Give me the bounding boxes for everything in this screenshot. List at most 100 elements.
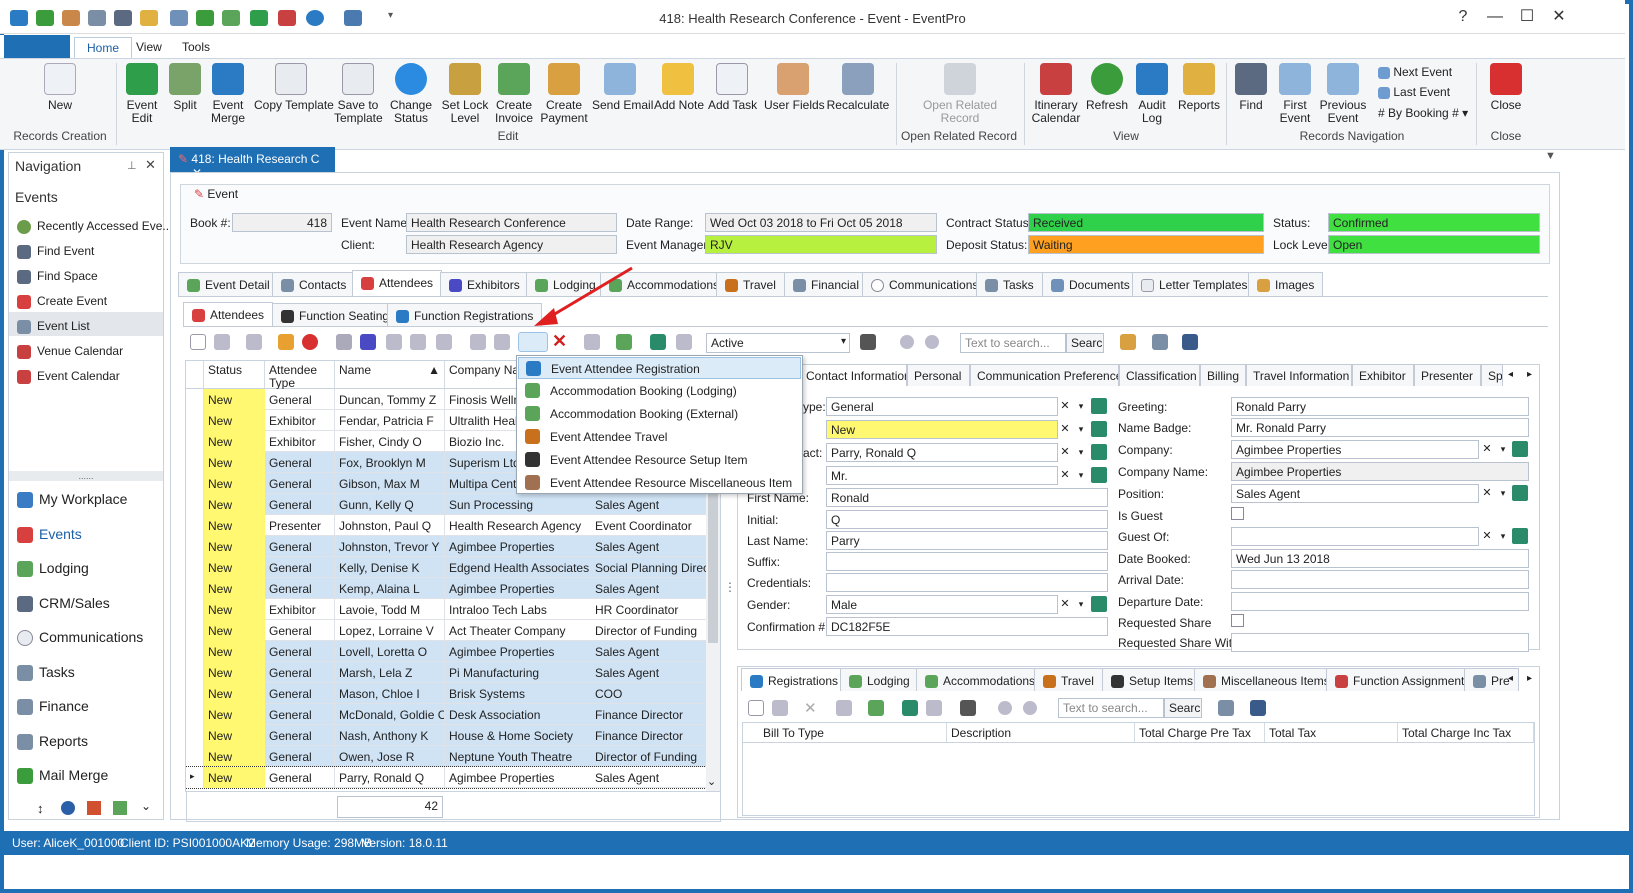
column-header[interactable]: Bill To Type <box>743 723 947 743</box>
column-header[interactable]: Description <box>947 723 1135 743</box>
add-icon[interactable] <box>1091 467 1107 483</box>
by-booking-button[interactable]: # By Booking # ▾ <box>1378 106 1468 120</box>
table-row[interactable]: New General Kelly, Denise K Edgend Health A… <box>186 557 706 578</box>
bottom-tab-3[interactable]: Travel <box>1034 668 1103 691</box>
menu-item-0[interactable]: Event Attendee Registration <box>518 357 801 379</box>
filter-icon[interactable] <box>860 334 876 350</box>
email-icon[interactable] <box>436 334 452 350</box>
next-icon[interactable] <box>925 335 939 349</box>
row-indicator[interactable] <box>186 494 204 515</box>
table-row[interactable]: New General Kemp, Alaina L Agimbee Properti… <box>186 578 706 599</box>
bottom-tab-1[interactable]: Lodging <box>840 668 919 691</box>
position-field[interactable]: Sales Agent <box>1231 484 1479 503</box>
chevron-down-icon[interactable]: ▾ <box>1496 440 1510 459</box>
bottom-tab-4[interactable]: Setup Items <box>1102 668 1203 691</box>
row-indicator[interactable] <box>186 410 204 431</box>
status-field[interactable]: Confirmed <box>1328 213 1540 232</box>
module-reports[interactable]: Reports <box>17 733 88 751</box>
table-row[interactable]: New General Mason, Chloe I Brisk Systems COO <box>186 683 706 704</box>
row-indicator[interactable] <box>186 683 204 704</box>
detail-tab-3[interactable]: Classification <box>1119 364 1200 386</box>
menu-item-2[interactable]: Accommodation Booking (External) <box>518 403 801 425</box>
export-icon[interactable] <box>650 334 666 350</box>
find-icon[interactable] <box>1218 700 1234 716</box>
status-filter-select[interactable]: Active ▾ <box>706 333 850 353</box>
tab-contacts[interactable]: Contacts <box>272 272 356 296</box>
refresh-button[interactable]: Refresh <box>1086 63 1128 112</box>
search-button[interactable]: Search <box>1066 333 1104 353</box>
table-row[interactable]: ▸ New General Parry, Ronald Q Agimbee Proper… <box>186 766 707 789</box>
name-badge-field[interactable]: Mr. Ronald Parry <box>1231 418 1529 437</box>
event-merge-button[interactable]: Event Merge <box>208 63 248 125</box>
clear-icon[interactable]: ✕ <box>1058 397 1072 416</box>
find-icon[interactable] <box>1152 334 1168 350</box>
tab-financial[interactable]: Financial <box>784 272 869 296</box>
close-window-button[interactable]: ✕ <box>1544 6 1574 28</box>
scroll-down-icon[interactable]: ⌄ <box>707 775 716 788</box>
module-finance[interactable]: Finance <box>17 698 89 716</box>
copy-record-icon[interactable] <box>772 700 788 716</box>
nav-item-recently-accessed[interactable]: Recently Accessed Eve... <box>17 219 172 234</box>
delete-icon[interactable]: ✕ <box>552 331 567 352</box>
audit-log-button[interactable]: Audit Log <box>1134 63 1170 125</box>
add-icon[interactable] <box>1091 444 1107 460</box>
chevron-down-icon[interactable]: ▾ <box>1074 397 1088 416</box>
briefcase-icon[interactable] <box>360 334 376 350</box>
date-booked-field[interactable]: Wed Jun 13 2018 <box>1231 549 1529 568</box>
confirmation-field[interactable]: DC182F5E <box>826 617 1108 636</box>
nav-item-find-space[interactable]: Find Space <box>17 269 98 284</box>
module-mail-merge[interactable]: Mail Merge <box>17 767 108 785</box>
chevron-down-icon[interactable]: ▾ <box>1496 484 1510 503</box>
company-field[interactable]: Agimbee Properties <box>1231 440 1479 459</box>
row-indicator[interactable] <box>186 662 204 683</box>
tab-tasks[interactable]: Tasks <box>976 272 1043 296</box>
subtab-attendees[interactable]: Attendees <box>183 302 274 326</box>
save-icon[interactable] <box>246 334 262 350</box>
import-icon[interactable] <box>676 334 692 350</box>
table-row[interactable]: New General Gunn, Kelly Q Sun Processing Sal… <box>186 494 706 515</box>
create-payment-button[interactable]: Create Payment <box>540 63 588 125</box>
contact-field[interactable]: Parry, Ronald Q <box>826 443 1058 462</box>
save-to-template-button[interactable]: Save to Template <box>334 63 383 125</box>
client-field[interactable]: Health Research Agency <box>406 235 617 254</box>
requested-share-checkbox[interactable] <box>1231 614 1244 627</box>
attendee-type-field[interactable]: General <box>826 397 1058 416</box>
tab-scroll-right-icon[interactable]: ▸ <box>1527 369 1532 380</box>
chevron-down-icon[interactable]: ⌄ <box>141 799 151 813</box>
detail-tab-2[interactable]: Communication Preferences <box>970 364 1119 386</box>
attendee-status-field[interactable]: New <box>826 420 1058 439</box>
save-layout-icon[interactable] <box>1250 700 1266 716</box>
bottom-search-button[interactable]: Search <box>1164 698 1202 718</box>
new-button[interactable]: New <box>40 63 80 112</box>
last-event-button[interactable]: Last Event <box>1378 85 1450 99</box>
tab-travel[interactable]: Travel <box>716 272 785 296</box>
tab-letter-templates[interactable]: Letter Templates <box>1132 272 1257 296</box>
nav-item-event-list[interactable]: Event List <box>17 319 90 334</box>
task-icon[interactable] <box>494 334 510 350</box>
credentials-field[interactable] <box>826 573 1108 592</box>
chevron-down-icon[interactable]: ▾ <box>1496 527 1510 546</box>
first-name-field[interactable]: Ronald <box>826 488 1108 507</box>
reports-button[interactable]: Reports <box>1176 63 1222 112</box>
add-task-button[interactable]: Add Task <box>708 63 757 112</box>
split-button[interactable]: Split <box>168 63 202 112</box>
chevron-down-icon[interactable]: ▾ <box>1074 443 1088 462</box>
find-button[interactable]: Find <box>1234 63 1268 112</box>
row-indicator[interactable] <box>186 641 204 662</box>
menu-item-5[interactable]: Event Attendee Resource Miscellaneous It… <box>518 472 801 494</box>
row-indicator[interactable] <box>186 557 204 578</box>
row-indicator[interactable]: ▸ <box>186 767 204 788</box>
splitter-handle[interactable]: ...... <box>9 471 163 481</box>
requested-share-with-field[interactable] <box>1231 633 1529 652</box>
module-communications[interactable]: Communications <box>17 629 143 647</box>
row-indicator[interactable] <box>186 599 204 620</box>
info-icon[interactable] <box>302 334 318 350</box>
previous-icon[interactable] <box>900 335 914 349</box>
search-input[interactable]: Text to search... <box>960 333 1066 353</box>
tab-documents[interactable]: Documents <box>1042 272 1139 296</box>
itinerary-calendar-button[interactable]: Itinerary Calendar <box>1030 63 1082 125</box>
table-row[interactable]: New General Marsh, Lela Z Pi Manufacturing S… <box>186 662 706 683</box>
departure-date-field[interactable] <box>1231 592 1529 611</box>
deposit-status-field[interactable]: Waiting <box>1028 235 1264 254</box>
clear-icon[interactable]: ✕ <box>1480 440 1494 459</box>
